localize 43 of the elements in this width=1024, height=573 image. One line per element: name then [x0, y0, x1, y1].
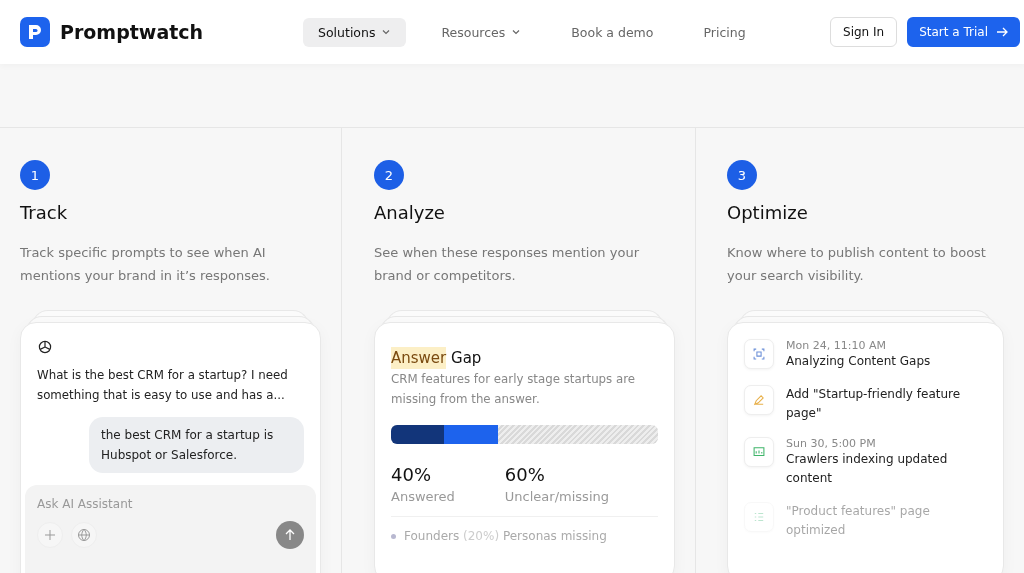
timeline-text: Crawlers indexing updated content	[786, 451, 949, 487]
nav-link[interactable]: Book a demo	[556, 17, 669, 47]
timeline-text: Add "Startup-friendly feature page"	[786, 386, 962, 422]
brand-name: Promptwatch	[60, 21, 204, 43]
logo-icon	[20, 17, 50, 47]
monitor-icon	[744, 437, 774, 467]
nav-link[interactable]: Resources	[426, 17, 537, 47]
step-number: 1	[20, 160, 50, 190]
pencil-icon	[744, 385, 774, 415]
stat-label: Unclear/missing	[504, 489, 609, 504]
prompt-text: What is the best CRM for a startup? I need something that is easy to use and has a...	[37, 367, 289, 404]
step-number: 2	[374, 160, 404, 190]
arrow-right-icon	[996, 26, 1008, 38]
step-title: Optimize	[727, 202, 809, 223]
timeline-time: Sun 30, 5:00 PM	[786, 437, 877, 450]
nav-link[interactable]: Solutions	[303, 17, 407, 47]
plus-icon	[43, 528, 57, 542]
nav-link[interactable]: Pricing	[688, 17, 761, 47]
timeline-time: Mon 24, 11:10 AM	[786, 339, 887, 352]
card-title: Answer Gap	[391, 349, 483, 367]
step-title: Track	[20, 202, 69, 223]
stat-value: 40%	[391, 464, 432, 485]
globe-icon	[77, 528, 91, 542]
send-button[interactable]	[276, 521, 304, 549]
scan-icon	[744, 339, 774, 369]
step-number: 3	[727, 160, 757, 190]
add-button[interactable]	[37, 522, 63, 548]
bullet-dot	[391, 533, 396, 539]
start-trial-button[interactable]: Start a Trial	[907, 17, 1020, 47]
stat-value: 60%	[504, 464, 546, 485]
list-icon	[744, 502, 774, 532]
timeline-text: "Product features" page optimized	[786, 503, 931, 539]
step-description: Know where to publish content to boost your search visibility.	[727, 244, 987, 285]
step-description: Track specific prompts to see when AI mentions your brand in it’s responses.	[20, 244, 271, 285]
step-title: Analyze	[374, 202, 446, 223]
card-text: CRM features for early stage startups are missing from the answer.	[391, 371, 637, 408]
globe-button[interactable]	[71, 522, 97, 548]
answer-bubble: the best CRM for a startup is Hubspot or Salesforce.	[89, 417, 304, 473]
step-description: See when these responses mention your brand or competitors.	[374, 244, 640, 285]
sign-in-button[interactable]: Sign In	[830, 17, 898, 47]
arrow-up-icon	[283, 528, 297, 542]
stat-label: Answered	[391, 489, 455, 504]
timeline-text: Analyzing Content Gaps	[786, 353, 931, 370]
